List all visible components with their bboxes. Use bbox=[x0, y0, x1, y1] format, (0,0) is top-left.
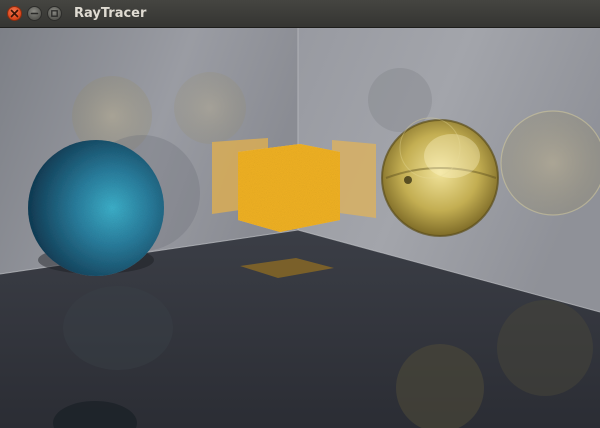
minimize-icon bbox=[30, 9, 39, 18]
minimize-button[interactable] bbox=[27, 6, 42, 21]
window-title: RayTracer bbox=[74, 6, 147, 21]
maximize-icon bbox=[50, 9, 59, 18]
title-bar[interactable]: RayTracer bbox=[0, 0, 600, 28]
maximize-button[interactable] bbox=[47, 6, 62, 21]
close-icon bbox=[10, 9, 19, 18]
raytracer-window: RayTracer bbox=[0, 0, 600, 428]
rendered-scene bbox=[0, 28, 600, 428]
close-button[interactable] bbox=[7, 6, 22, 21]
render-viewport bbox=[0, 28, 600, 428]
